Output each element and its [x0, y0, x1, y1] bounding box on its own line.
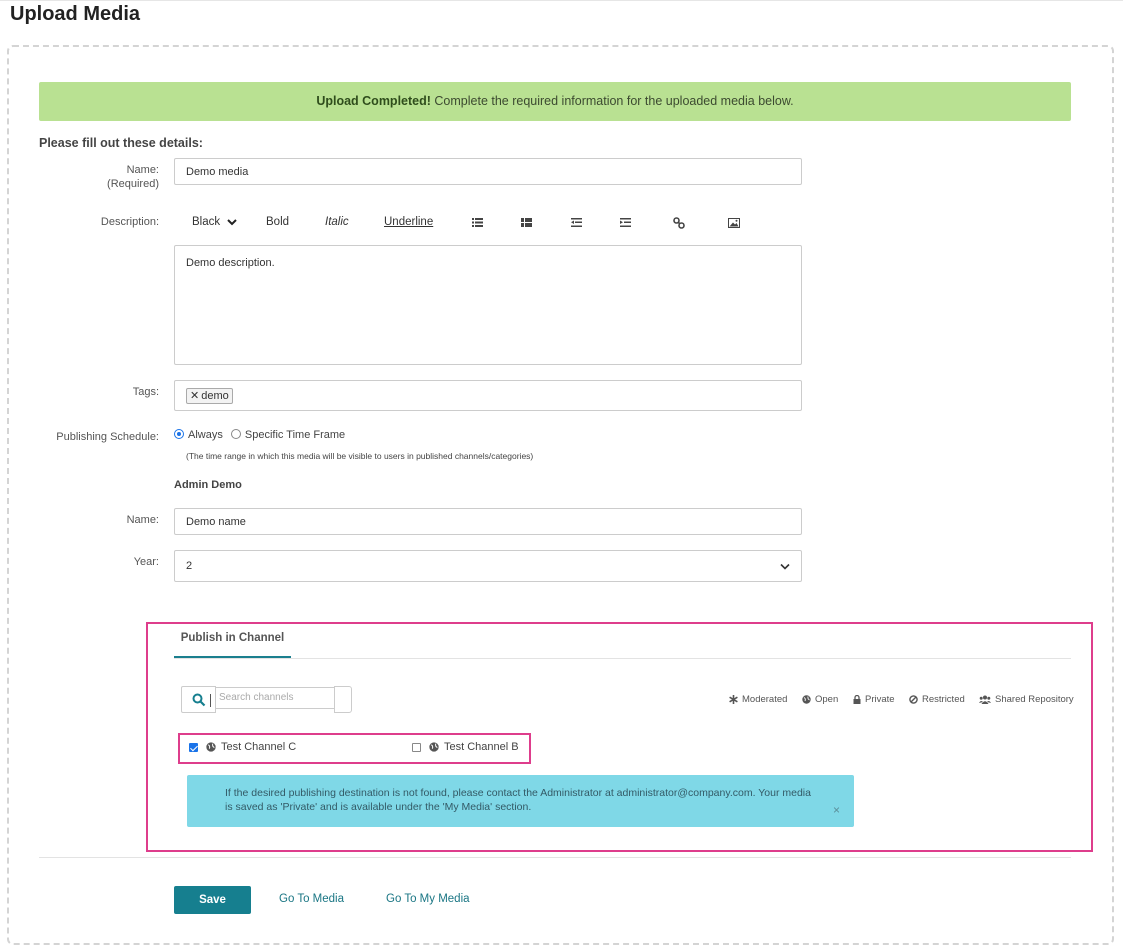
name-label-text: Name: — [126, 164, 159, 176]
channel-c-checkbox[interactable] — [189, 742, 198, 752]
search-button[interactable] — [181, 686, 216, 713]
custom-name-label: Name: — [126, 514, 159, 526]
specific-label: Specific Time Frame — [244, 429, 346, 441]
rich-text-toolbar: Black Bold Italic Underline — [174, 213, 802, 233]
channel-b-label: Test Channel B — [444, 741, 519, 753]
tab-underline — [174, 658, 1071, 659]
tag-chip-label: demo — [201, 389, 229, 402]
channel-b-checkbox[interactable] — [412, 742, 421, 752]
top-divider — [0, 0, 1123, 1]
search-icon — [192, 693, 206, 707]
save-button[interactable]: Save — [174, 886, 251, 914]
info-alert: If the desired publishing destination is… — [187, 775, 854, 827]
schedule-options: Always Specific Time Frame — [174, 429, 345, 441]
chevron-down-icon — [227, 219, 237, 226]
asterisk-icon — [729, 695, 738, 704]
year-label: Year: — [133, 556, 159, 568]
link-icon[interactable] — [673, 217, 685, 229]
alert-text: Complete the required information for th… — [430, 94, 794, 108]
go-to-media-link[interactable]: Go To Media — [279, 893, 344, 905]
ban-icon — [909, 695, 918, 704]
legend-private: Private — [853, 694, 895, 705]
legend-open-label: Open — [815, 694, 839, 705]
legend-private-label: Private — [865, 694, 895, 705]
name-input-value: Demo media — [186, 165, 249, 178]
schedule-specific-option[interactable]: Specific Time Frame — [230, 429, 346, 441]
schedule-label: Publishing Schedule: — [56, 431, 159, 443]
italic-button[interactable]: Italic — [325, 216, 349, 228]
alert-strong: Upload Completed! — [316, 94, 431, 108]
search-input[interactable]: Search channels — [215, 687, 335, 709]
legend-moderated: Moderated — [729, 694, 787, 705]
description-textarea[interactable]: Demo description. — [174, 245, 802, 365]
legend-restricted-label: Restricted — [922, 694, 965, 705]
name-input[interactable]: Demo media — [174, 158, 802, 185]
tag-chip: ✕ demo — [186, 387, 233, 404]
info-alert-text: If the desired publishing destination is… — [225, 787, 811, 813]
users-icon — [979, 695, 991, 704]
tag-remove-icon[interactable]: ✕ — [190, 389, 199, 402]
channel-option-c[interactable]: Test Channel C — [189, 741, 296, 753]
upload-complete-alert: Upload Completed! Complete the required … — [39, 82, 1071, 121]
custom-section-title: Admin Demo — [174, 479, 242, 491]
legend-shared-repository-label: Shared Repository — [995, 694, 1074, 705]
name-required-text: (Required) — [107, 178, 159, 190]
description-value: Demo description. — [186, 257, 275, 269]
year-value: 2 — [186, 560, 193, 572]
chevron-down-icon — [780, 563, 790, 570]
custom-name-input[interactable]: Demo name — [174, 508, 802, 535]
legend-open: Open — [802, 694, 838, 705]
legend-restricted: Restricted — [909, 694, 965, 705]
radio-always[interactable] — [174, 429, 184, 439]
schedule-always-option[interactable]: Always — [174, 429, 223, 441]
channel-c-label: Test Channel C — [221, 741, 297, 753]
year-select[interactable]: 2 — [174, 550, 802, 582]
channel-option-b[interactable]: Test Channel B — [412, 741, 519, 753]
legend-moderated-label: Moderated — [742, 694, 788, 705]
globe-icon — [206, 742, 216, 752]
bullet-list-icon[interactable] — [472, 218, 483, 227]
color-dropdown-label: Black — [192, 216, 221, 228]
tab-publish-in-channel[interactable]: Publish in Channel — [174, 626, 291, 659]
page-title: Upload Media — [10, 3, 141, 25]
color-dropdown[interactable]: Black — [192, 216, 237, 228]
legend-shared-repository: Shared Repository — [979, 694, 1074, 705]
actions-divider — [39, 857, 1071, 858]
numbered-list-icon[interactable] — [521, 218, 532, 227]
image-icon[interactable] — [728, 218, 740, 228]
close-icon[interactable]: × — [833, 803, 840, 817]
description-label: Description: — [100, 216, 159, 228]
radio-specific[interactable] — [230, 429, 241, 439]
tags-input[interactable]: ✕ demo — [174, 380, 802, 411]
search-caret — [210, 694, 211, 707]
tags-label: Tags: — [132, 386, 159, 398]
details-heading: Please fill out these details: — [39, 136, 203, 150]
go-to-my-media-link[interactable]: Go To My Media — [386, 893, 470, 905]
custom-name-value: Demo name — [186, 515, 246, 528]
search-addon — [334, 686, 352, 713]
outdent-icon[interactable] — [571, 218, 582, 227]
indent-icon[interactable] — [620, 218, 631, 227]
name-label: Name: (Required) — [107, 163, 159, 191]
always-label: Always — [188, 429, 223, 441]
lock-icon — [853, 695, 861, 704]
globe-icon — [802, 695, 811, 704]
underline-button[interactable]: Underline — [384, 216, 433, 228]
schedule-hint: (The time range in which this media will… — [186, 451, 534, 461]
globe-icon — [429, 742, 439, 752]
channel-search: Search channels — [181, 686, 352, 713]
bold-button[interactable]: Bold — [266, 216, 289, 228]
